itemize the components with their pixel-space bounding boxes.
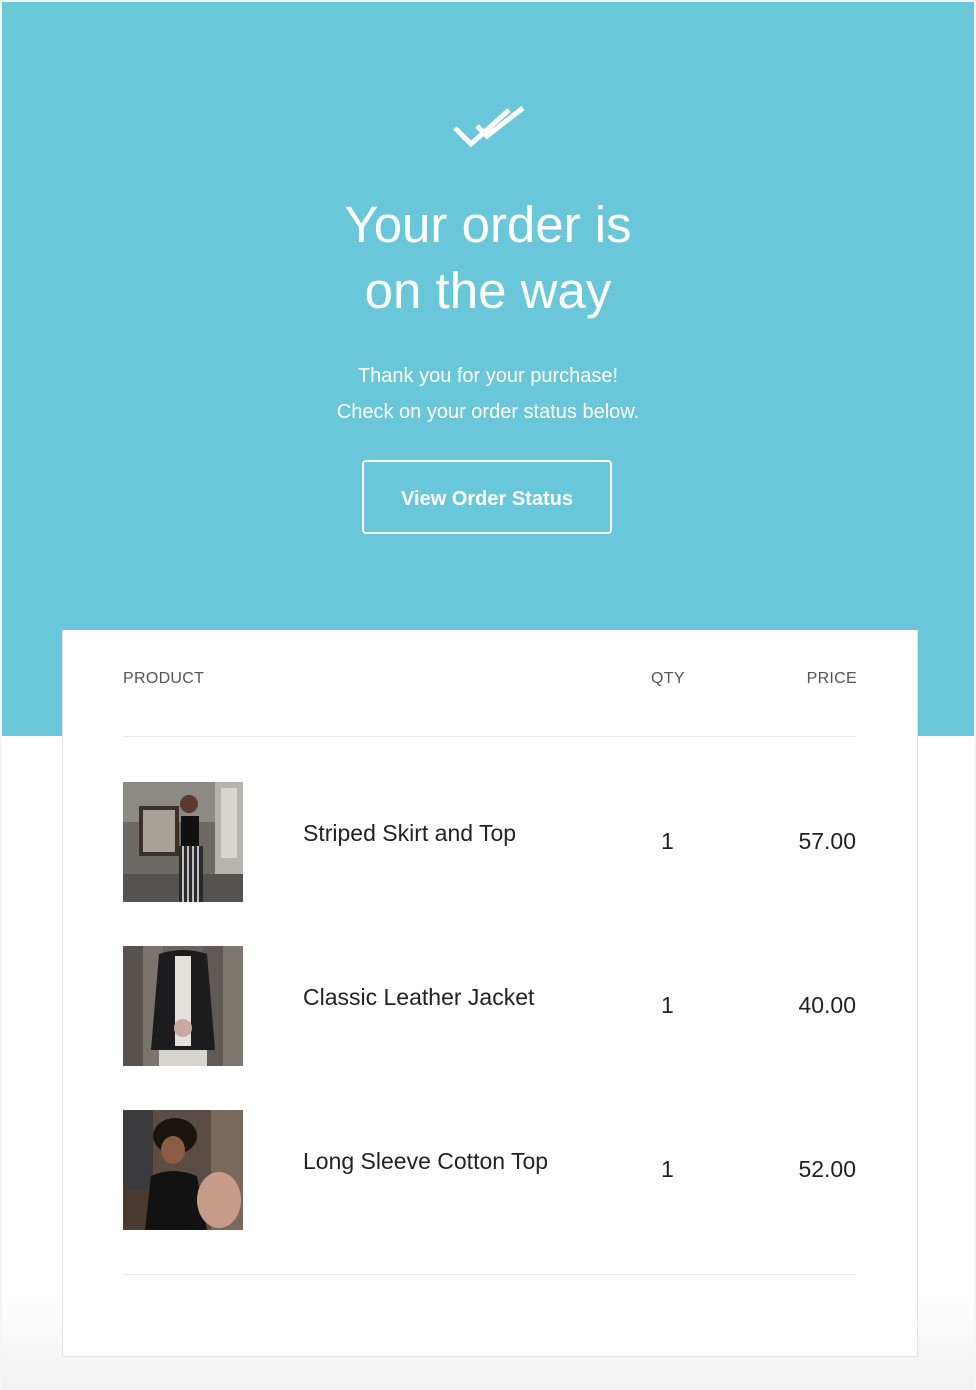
product-name[interactable]: Classic Leather Jacket: [303, 984, 534, 1011]
table-row: Striped Skirt and Top 1 57.00: [123, 782, 856, 902]
email-page: Your order is on the way Thank you for y…: [2, 2, 974, 1390]
table-row: Classic Leather Jacket 1 40.00: [123, 946, 856, 1066]
title-line-1: Your order is: [344, 196, 632, 253]
product-price: 40.00: [798, 992, 856, 1018]
header-divider: [123, 736, 856, 737]
product-name[interactable]: Long Sleeve Cotton Top: [303, 1148, 548, 1175]
product-image-striped-skirt[interactable]: [123, 782, 243, 902]
column-header-qty: QTY: [651, 670, 685, 687]
product-name[interactable]: Striped Skirt and Top: [303, 820, 516, 847]
product-price: 57.00: [798, 828, 856, 854]
column-header-price: PRICE: [806, 670, 857, 687]
subtitle-line-2: Check on your order status below.: [336, 401, 640, 423]
subtitle-line-1: Thank you for your purchase!: [357, 365, 619, 387]
product-price: 52.00: [798, 1156, 856, 1182]
column-header-product: PRODUCT: [123, 670, 205, 687]
page-title: Your order is on the way: [2, 192, 974, 324]
view-order-status-button[interactable]: View Order Status: [362, 460, 612, 534]
hero-banner: Your order is on the way Thank you for y…: [2, 2, 974, 736]
product-image-cotton-top[interactable]: [123, 1110, 243, 1230]
product-qty: 1: [661, 1156, 674, 1182]
title-line-2: on the way: [364, 262, 612, 319]
order-summary-card: PRODUCT QTY PRICE Striped Skirt and Top …: [62, 630, 918, 1357]
double-check-icon: [453, 106, 525, 148]
hero-subtitle: Thank you for your purchase! Check on yo…: [2, 358, 974, 430]
product-image-leather-jacket[interactable]: [123, 946, 243, 1066]
product-qty: 1: [661, 992, 674, 1018]
table-row: Long Sleeve Cotton Top 1 52.00: [123, 1110, 856, 1230]
footer-divider: [123, 1274, 856, 1275]
product-qty: 1: [661, 828, 674, 854]
